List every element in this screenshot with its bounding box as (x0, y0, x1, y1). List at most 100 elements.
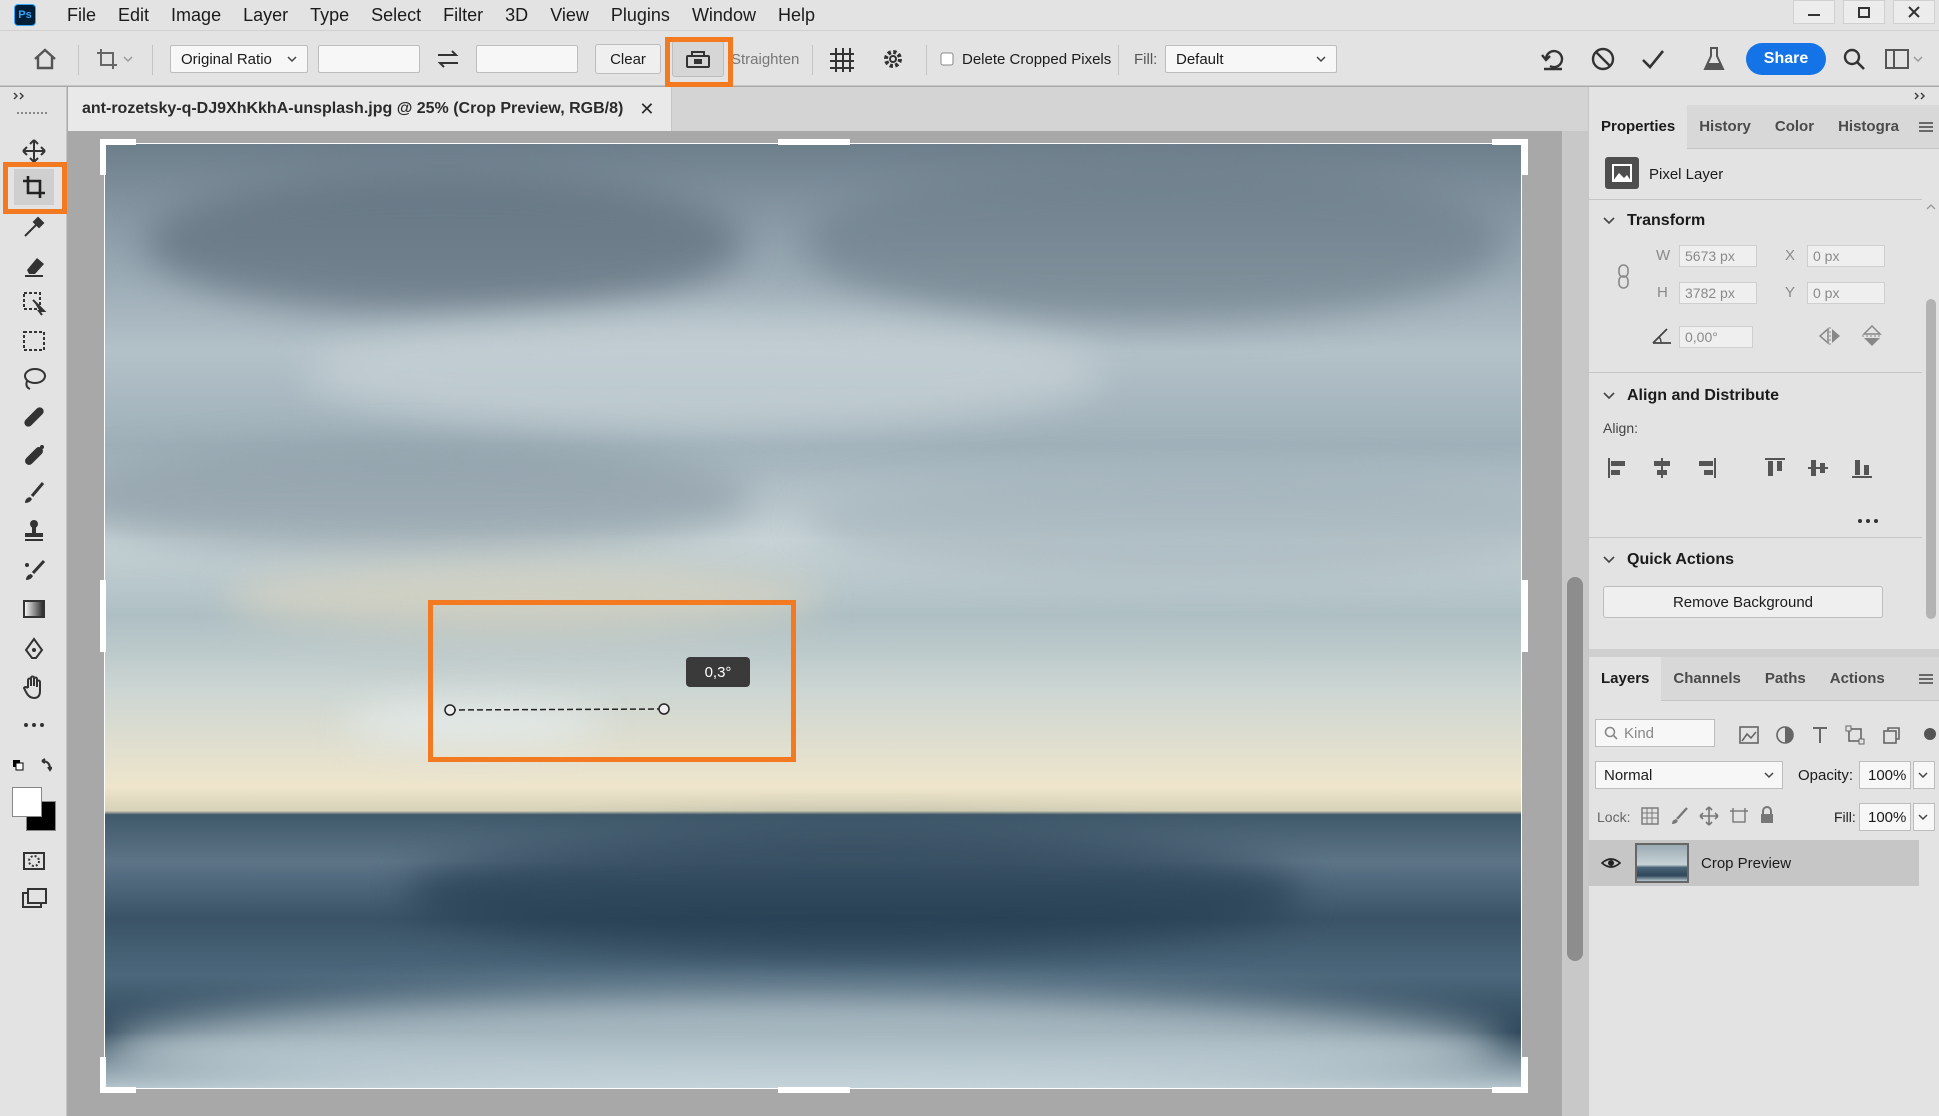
eyedropper-tool[interactable] (14, 209, 54, 245)
spot-healing-tool[interactable] (14, 437, 54, 473)
search-button[interactable] (1842, 31, 1866, 87)
document-tab[interactable]: ant-rozetsky-q-DJ9XhKkhA-unsplash.jpg @ … (68, 87, 672, 131)
clone-stamp-tool[interactable] (14, 513, 54, 549)
x-field[interactable]: 0 px (1807, 245, 1885, 267)
panel-menu-icon[interactable] (1918, 672, 1934, 686)
menu-type[interactable]: Type (299, 5, 360, 26)
menu-edit[interactable]: Edit (107, 5, 160, 26)
tab-actions[interactable]: Actions (1818, 657, 1897, 701)
crop-canvas-image[interactable] (104, 143, 1522, 1089)
quick-mask-button[interactable] (14, 843, 54, 879)
marquee-tool[interactable] (14, 323, 54, 359)
minimize-button[interactable] (1793, 0, 1835, 24)
more-tools-button[interactable] (14, 707, 54, 743)
crop-handle-top-left-v[interactable] (100, 139, 106, 175)
object-selection-tool[interactable] (14, 285, 54, 321)
more-options-icon[interactable] (1857, 517, 1879, 525)
tab-paths[interactable]: Paths (1753, 657, 1818, 701)
crop-handle-top-right-v[interactable] (1522, 139, 1528, 175)
filter-toggle-icon[interactable] (1923, 727, 1937, 741)
transform-section-header[interactable]: Transform (1601, 212, 1705, 230)
home-button[interactable] (32, 31, 58, 87)
opacity-dropdown[interactable] (1913, 761, 1935, 789)
lock-all-icon[interactable] (1759, 806, 1775, 824)
properties-scroll-thumb[interactable] (1926, 299, 1936, 619)
vertical-scrollbar[interactable] (1562, 131, 1588, 1116)
y-field[interactable]: 0 px (1807, 282, 1885, 304)
tab-history[interactable]: History (1687, 105, 1763, 149)
delete-cropped-checkbox[interactable] (940, 52, 954, 66)
hand-tool[interactable] (14, 669, 54, 705)
filter-adjustment-icon[interactable] (1775, 725, 1795, 745)
panel-menu-icon[interactable] (1918, 120, 1934, 134)
align-right-icon[interactable] (1695, 457, 1717, 479)
crop-handle-bottom[interactable] (778, 1087, 850, 1093)
close-window-button[interactable] (1893, 0, 1935, 24)
crop-settings-button[interactable] (880, 31, 906, 87)
properties-scrollbar[interactable] (1922, 199, 1939, 709)
tab-histogram[interactable]: Histogra (1826, 105, 1911, 149)
crop-tool-preset[interactable] (94, 31, 134, 87)
menu-select[interactable]: Select (360, 5, 432, 26)
crop-handle-left[interactable] (100, 580, 106, 652)
ratio-select[interactable]: Original Ratio (170, 45, 308, 73)
filter-shape-icon[interactable] (1845, 725, 1865, 745)
menu-file[interactable]: File (56, 5, 107, 26)
filter-type-icon[interactable] (1811, 725, 1829, 745)
crop-height-input[interactable] (476, 45, 578, 73)
tab-properties[interactable]: Properties (1589, 104, 1688, 149)
maximize-button[interactable] (1843, 0, 1885, 24)
blend-mode-select[interactable]: Normal (1595, 761, 1783, 789)
collapse-arrows-icon[interactable] (12, 91, 32, 101)
menu-3d[interactable]: 3D (494, 5, 539, 26)
flip-vertical-icon[interactable] (1861, 323, 1883, 349)
fill-dropdown[interactable] (1913, 803, 1935, 831)
gradient-tool[interactable] (14, 591, 54, 627)
width-field[interactable]: 5673 px (1679, 245, 1757, 267)
clear-button[interactable]: Clear (595, 44, 661, 74)
eraser-tool[interactable] (14, 247, 54, 283)
workspace-button[interactable] (1884, 31, 1924, 87)
tab-channels[interactable]: Channels (1661, 657, 1753, 701)
lock-image-icon[interactable] (1671, 807, 1689, 825)
layer-fill-field[interactable]: 100% (1859, 803, 1911, 831)
close-document-icon[interactable]: ✕ (639, 99, 654, 120)
swap-colors-icon[interactable] (12, 757, 52, 777)
pen-tool[interactable] (14, 631, 54, 667)
lock-transparent-icon[interactable] (1641, 807, 1659, 825)
height-field[interactable]: 3782 px (1679, 282, 1757, 304)
menu-window[interactable]: Window (681, 5, 767, 26)
menu-filter[interactable]: Filter (432, 5, 494, 26)
collapse-panel-icon[interactable] (1913, 91, 1933, 101)
commit-crop-button[interactable] (1640, 31, 1666, 87)
crop-handle-top[interactable] (778, 139, 850, 145)
lock-artboard-icon[interactable] (1729, 807, 1749, 825)
crop-handle-bottom-left-v[interactable] (100, 1057, 106, 1093)
lock-position-icon[interactable] (1699, 806, 1719, 826)
history-brush-tool[interactable] (14, 553, 54, 589)
align-section-header[interactable]: Align and Distribute (1601, 387, 1779, 405)
menu-plugins[interactable]: Plugins (600, 5, 681, 26)
remove-background-button[interactable]: Remove Background (1603, 586, 1883, 618)
crop-width-input[interactable] (318, 45, 420, 73)
tab-layers[interactable]: Layers (1589, 656, 1662, 701)
scroll-thumb[interactable] (1567, 577, 1583, 961)
align-top-icon[interactable] (1764, 457, 1786, 479)
crop-handle-bottom-right-v[interactable] (1522, 1057, 1528, 1093)
layer-kind-filter[interactable]: Kind (1595, 719, 1715, 747)
reset-crop-button[interactable] (1540, 31, 1568, 87)
scroll-up-icon[interactable] (1926, 203, 1936, 211)
tab-color[interactable]: Color (1763, 105, 1826, 149)
align-bottom-icon[interactable] (1851, 457, 1873, 479)
screen-mode-button[interactable] (14, 881, 54, 917)
filter-smart-object-icon[interactable] (1881, 725, 1901, 745)
overlay-options-button[interactable] (828, 31, 856, 87)
menu-image[interactable]: Image (160, 5, 232, 26)
healing-brush-tool[interactable] (14, 399, 54, 435)
align-horizontal-center-icon[interactable] (1651, 457, 1673, 479)
link-icon[interactable] (1615, 263, 1633, 291)
foreground-color-swatch[interactable] (12, 787, 42, 817)
align-vertical-center-icon[interactable] (1807, 457, 1829, 479)
crop-handle-right[interactable] (1522, 580, 1528, 652)
crop-tool[interactable] (14, 169, 54, 205)
